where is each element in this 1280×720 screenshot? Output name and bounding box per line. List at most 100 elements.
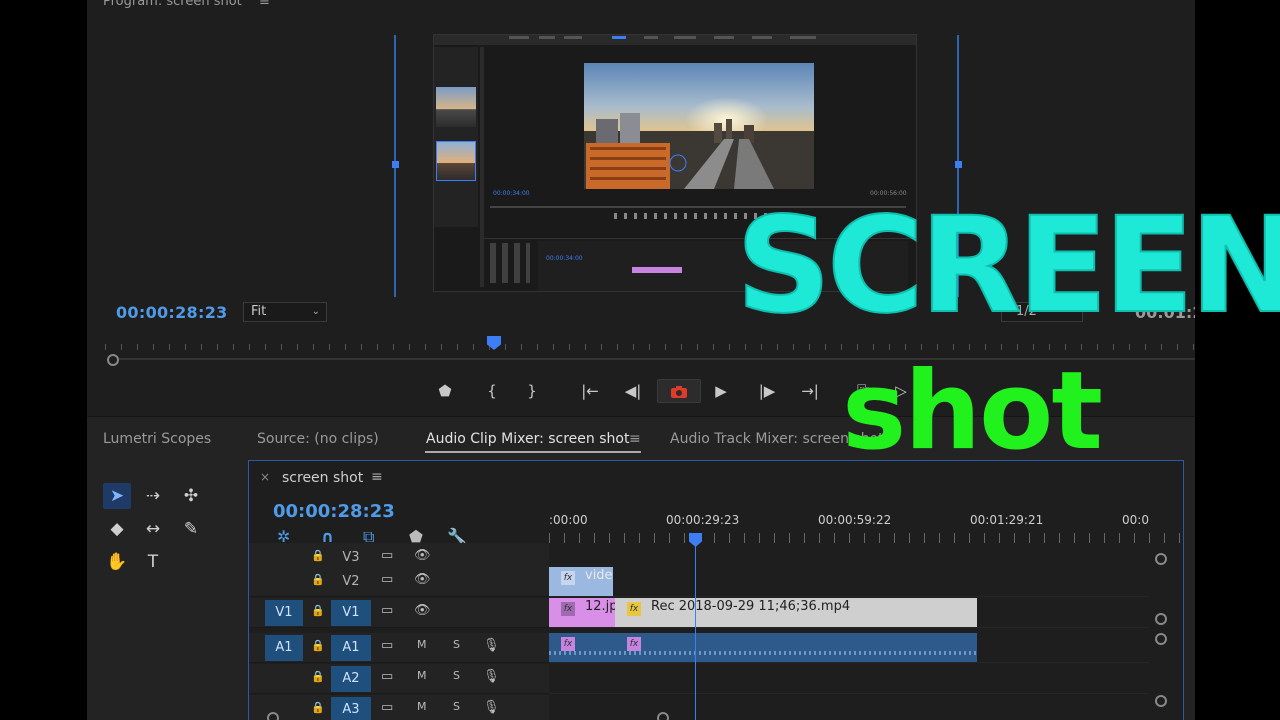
horizontal-zoom-handle-right[interactable] bbox=[657, 712, 669, 720]
tools-panel: ➤ ⇢ ✣ ◆ ↔ ✎ ✋ T bbox=[87, 458, 247, 720]
clip-v1-recording[interactable]: fx Rec 2018-09-29 11;46;36.mp4 bbox=[615, 598, 977, 627]
microphone-icon[interactable]: 🎙 bbox=[483, 638, 500, 653]
add-marker-button[interactable]: ⬟ bbox=[431, 379, 459, 403]
tab-lumetri-scopes[interactable]: Lumetri Scopes bbox=[103, 431, 211, 447]
track-target-a3[interactable]: A3 bbox=[331, 697, 371, 720]
sync-lock-icon[interactable]: ▭ bbox=[381, 700, 393, 715]
nested-thumb-2 bbox=[436, 141, 476, 181]
microphone-icon[interactable]: 🎙 bbox=[483, 700, 500, 715]
track-target-a1[interactable]: A1 bbox=[331, 635, 371, 661]
solo-button[interactable]: S bbox=[453, 700, 460, 713]
sync-lock-icon[interactable]: ▭ bbox=[381, 669, 393, 684]
step-forward-button[interactable]: |▶ bbox=[753, 379, 781, 403]
track-lane-v1[interactable]: fx 12.jp fx Rec 2018-09-29 11;46;36.mp4 bbox=[549, 598, 1149, 628]
track-lane-a3[interactable] bbox=[549, 695, 1149, 720]
selection-tool-icon[interactable]: ➤ bbox=[103, 483, 131, 509]
hand-tool-icon[interactable]: ✋ bbox=[103, 549, 131, 575]
source-patch-v1[interactable]: V1 bbox=[265, 600, 303, 626]
eye-icon[interactable]: 👁 bbox=[414, 603, 431, 618]
solo-button[interactable]: S bbox=[453, 669, 460, 682]
video-scroll-handle[interactable] bbox=[1155, 553, 1167, 565]
track-header-a1: A1 🔒 A1 ▭ M S 🎙 bbox=[249, 633, 549, 663]
sync-lock-icon[interactable]: ▭ bbox=[381, 603, 393, 618]
track-target-a2[interactable]: A2 bbox=[331, 666, 371, 692]
track-lane-a1[interactable]: fx fx bbox=[549, 633, 1149, 663]
lock-icon[interactable]: 🔒 bbox=[311, 549, 325, 562]
audio-scroll-handle[interactable] bbox=[1155, 695, 1167, 707]
track-row-v1: V1 🔒 V1 ▭ 👁 fx 12.jp fx Rec 2018-09-29 1… bbox=[249, 598, 1183, 628]
sequence-tab[interactable]: screen shot bbox=[282, 470, 363, 486]
track-lane-v2[interactable]: fx vide bbox=[549, 567, 1149, 597]
clip-label: 12.jp bbox=[585, 599, 615, 614]
transform-handle-right[interactable] bbox=[955, 161, 962, 168]
fit-select[interactable]: Fit ⌄ bbox=[243, 302, 327, 322]
mark-out-button[interactable]: } bbox=[518, 379, 546, 403]
sync-lock-icon[interactable]: ▭ bbox=[381, 548, 393, 563]
mute-button[interactable]: M bbox=[417, 669, 427, 682]
type-tool-icon[interactable]: T bbox=[139, 549, 167, 575]
timeline-panel: × screen shot ≡ 00:00:28:23 ✲ ∩ ⧉ ⬟ 🔧 :0… bbox=[248, 460, 1184, 720]
overlay-title-shot: shot bbox=[842, 349, 1103, 474]
fx-badge: fx bbox=[561, 602, 575, 616]
track-target-v1[interactable]: V1 bbox=[331, 600, 371, 626]
nested-timecode-left: 00:00:34:00 bbox=[493, 190, 530, 197]
lock-icon[interactable]: 🔒 bbox=[311, 701, 325, 714]
clip-v1-image[interactable]: fx 12.jp bbox=[549, 598, 615, 627]
go-to-in-button[interactable]: |← bbox=[576, 379, 604, 403]
slip-tool-icon[interactable]: ↔ bbox=[139, 516, 167, 542]
mute-button[interactable]: M bbox=[417, 700, 427, 713]
sync-lock-icon[interactable]: ▭ bbox=[381, 638, 393, 653]
transform-handle-left[interactable] bbox=[392, 161, 399, 168]
ruler-ticks bbox=[549, 533, 1183, 543]
chevron-down-icon: ⌄ bbox=[311, 306, 320, 317]
playhead-line bbox=[695, 545, 696, 720]
timeline-timecode[interactable]: 00:00:28:23 bbox=[273, 501, 395, 522]
nested-divider bbox=[480, 47, 484, 287]
program-timecode[interactable]: 00:00:28:23 bbox=[116, 303, 228, 322]
lock-icon[interactable]: 🔒 bbox=[311, 670, 325, 683]
clip-v2-video[interactable]: fx vide bbox=[549, 567, 613, 596]
solo-button[interactable]: S bbox=[453, 638, 460, 651]
pen-tool-icon[interactable]: ✎ bbox=[177, 516, 205, 542]
step-back-button[interactable]: ◀| bbox=[619, 379, 647, 403]
sequence-menu-icon[interactable]: ≡ bbox=[371, 469, 383, 485]
track-target-v2[interactable]: V2 bbox=[331, 569, 371, 595]
microphone-icon[interactable]: 🎙 bbox=[483, 669, 500, 684]
track-select-tool-icon[interactable]: ⇢ bbox=[139, 483, 167, 509]
track-row-v2: 🔒 V2 ▭ 👁 fx vide bbox=[249, 567, 1183, 597]
track-lane-a2[interactable] bbox=[549, 664, 1149, 694]
close-icon[interactable]: × bbox=[260, 470, 270, 484]
program-monitor-title: Program: screen shot bbox=[103, 0, 242, 9]
program-menu-icon[interactable]: ≡ bbox=[259, 0, 270, 9]
sync-lock-icon[interactable]: ▭ bbox=[381, 572, 393, 587]
fx-badge: fx bbox=[561, 637, 575, 651]
fx-badge: fx bbox=[627, 602, 641, 616]
mute-button[interactable]: M bbox=[417, 638, 427, 651]
play-button[interactable]: ▶ bbox=[707, 379, 735, 403]
lock-icon[interactable]: 🔒 bbox=[311, 573, 325, 586]
program-zoom-handle[interactable] bbox=[107, 354, 119, 366]
clip-a1-audio[interactable]: fx bbox=[549, 633, 977, 662]
ripple-edit-tool-icon[interactable]: ✣ bbox=[177, 483, 205, 509]
nested-clip bbox=[632, 267, 682, 273]
tab-menu-icon[interactable]: ≡ bbox=[629, 431, 641, 447]
clip-label: vide bbox=[585, 568, 613, 583]
active-tab-indicator bbox=[425, 451, 641, 453]
lock-icon[interactable]: 🔒 bbox=[311, 639, 325, 652]
go-to-out-button[interactable]: →| bbox=[796, 379, 824, 403]
tab-audio-clip-mixer[interactable]: Audio Clip Mixer: screen shot bbox=[426, 431, 629, 447]
track-header-a3: 🔒 A3 ▭ M S 🎙 bbox=[249, 695, 549, 720]
lock-icon[interactable]: 🔒 bbox=[311, 604, 325, 617]
ruler-label: 00:00:29:23 bbox=[666, 513, 740, 527]
horizontal-zoom-handle-left[interactable] bbox=[267, 712, 279, 720]
razor-tool-icon[interactable]: ◆ bbox=[103, 516, 131, 542]
eye-icon[interactable]: 👁 bbox=[414, 548, 431, 563]
tab-source[interactable]: Source: (no clips) bbox=[257, 431, 379, 447]
source-patch-a1[interactable]: A1 bbox=[265, 635, 303, 661]
audio-scroll-handle[interactable] bbox=[1155, 633, 1167, 645]
video-scroll-handle[interactable] bbox=[1155, 613, 1167, 625]
export-frame-button[interactable] bbox=[657, 379, 701, 403]
mark-in-button[interactable]: { bbox=[478, 379, 506, 403]
eye-icon[interactable]: 👁 bbox=[414, 572, 431, 587]
clip-label: Rec 2018-09-29 11;46;36.mp4 bbox=[651, 599, 851, 614]
